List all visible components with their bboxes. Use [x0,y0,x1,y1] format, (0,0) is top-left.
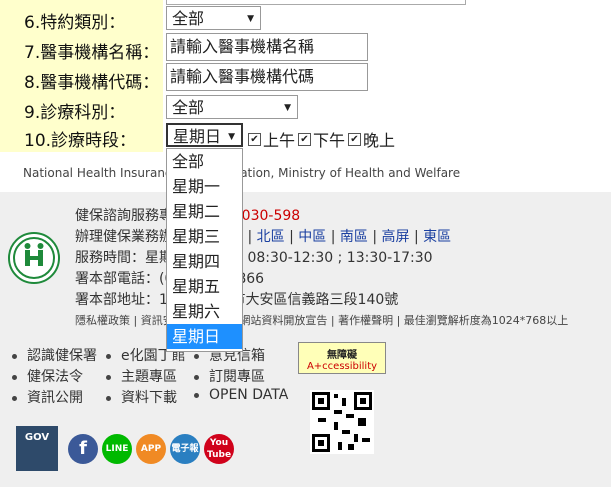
institution-name-label: 7.醫事機構名稱： [24,43,160,63]
office-link-east[interactable]: 東區 [423,229,451,245]
dropdown-option-sun[interactable]: 星期日 [167,324,242,349]
link-subscribe[interactable]: 訂閱專區 [194,366,288,387]
policy-links[interactable]: 隱私權政策 | 資訊安全政策 | 政府網站資料開放宣告 | 著作權聲明 | 最佳… [75,312,568,328]
clinic-day-value: 星期日 [173,127,222,146]
youtube-icon[interactable]: You Tube [204,434,234,464]
accessibility-line1: 無障礙 [327,350,357,361]
contract-type-select[interactable]: 全部 ▼ [166,6,261,30]
link-about[interactable]: 認識健保署 [12,345,97,366]
dropdown-option-fri[interactable]: 星期五 [167,274,242,299]
department-value: 全部 [172,98,205,117]
afternoon-label: 下午 [313,131,346,150]
evening-label: 晚上 [363,131,396,150]
dropdown-option-sat[interactable]: 星期六 [167,299,242,324]
dropdown-option-wed[interactable]: 星期三 [167,224,242,249]
morning-label: 上午 [263,131,296,150]
contract-type-label: 6.特約類別： [24,13,126,33]
morning-checkbox[interactable]: ✔ 上午 [248,127,295,151]
search-form: 6.特約類別： 全部 ▼ 7.醫事機構名稱： 請輸入醫事機構名稱 8.醫事機構代… [0,0,611,192]
check-icon: ✔ [248,132,261,146]
facebook-icon[interactable]: f [68,434,98,464]
institution-code-input[interactable]: 請輸入醫事機構代碼 [166,63,368,91]
chevron-down-icon: ▼ [228,132,235,142]
nhi-logo-icon [13,237,55,279]
afternoon-checkbox[interactable]: ✔ 下午 [298,127,345,151]
office-link-south[interactable]: 南區 [340,229,368,245]
accessibility-badge[interactable]: 無障礙 A+ccessibility [298,342,386,374]
footer-links-col3: 意見信箱 訂閱專區 OPEN DATA [194,345,288,408]
link-info-public[interactable]: 資訊公開 [12,387,97,408]
clinic-time-label: 10.診療時段： [24,131,137,151]
nhi-logo [8,232,60,284]
institution-code-label: 8.醫事機構代碼： [24,73,160,93]
department-label: 9.診療科別： [24,103,126,123]
check-icon: ✔ [348,132,361,146]
evening-checkbox[interactable]: ✔ 晚上 [348,127,395,151]
epaper-icon[interactable]: 電子報 [170,434,200,464]
dropdown-option-all[interactable]: 全部 [167,149,242,174]
previous-field-edge [166,0,466,5]
department-select[interactable]: 全部 ▼ [166,95,298,119]
dropdown-option-mon[interactable]: 星期一 [167,174,242,199]
link-topics[interactable]: 主題專區 [106,366,186,387]
qr-code-icon [310,390,374,454]
link-downloads[interactable]: 資料下載 [106,387,186,408]
check-icon: ✔ [298,132,311,146]
office-link-north[interactable]: 北區 [257,229,285,245]
dropdown-option-tue[interactable]: 星期二 [167,199,242,224]
line-icon[interactable]: LINE [102,434,132,464]
clinic-day-select[interactable]: 星期日 ▼ [166,123,243,147]
institution-name-input[interactable]: 請輸入醫事機構名稱 [166,33,368,61]
link-open-data[interactable]: OPEN DATA [194,387,288,408]
app-icon[interactable]: APP [136,434,166,464]
accessibility-line2: A+ccessibility [306,361,378,372]
contract-type-value: 全部 [172,9,205,28]
footer-links-col2: e化園丁館 主題專區 資料下載 [106,345,186,408]
offices-line: 辦理健保業務辦公室：臺北 | 北區 | 中區 | 南區 | 高屏 | 東區 [75,229,452,245]
chevron-down-icon: ▼ [247,14,254,24]
gov-badge-icon[interactable]: GOV [16,426,58,471]
clinic-day-dropdown: 全部 星期一 星期二 星期三 星期四 星期五 星期六 星期日 [166,148,243,352]
service-hours: 服務時間：星期一至星期五 08:30-12:30 ; 13:30-17:30 [75,250,433,266]
dropdown-option-thu[interactable]: 星期四 [167,249,242,274]
footer-links-col1: 認識健保署 健保法令 資訊公開 [12,345,97,408]
office-link-kaoping[interactable]: 高屏 [382,229,410,245]
link-law[interactable]: 健保法令 [12,366,97,387]
chevron-down-icon: ▼ [284,103,291,113]
office-link-central[interactable]: 中區 [298,229,326,245]
